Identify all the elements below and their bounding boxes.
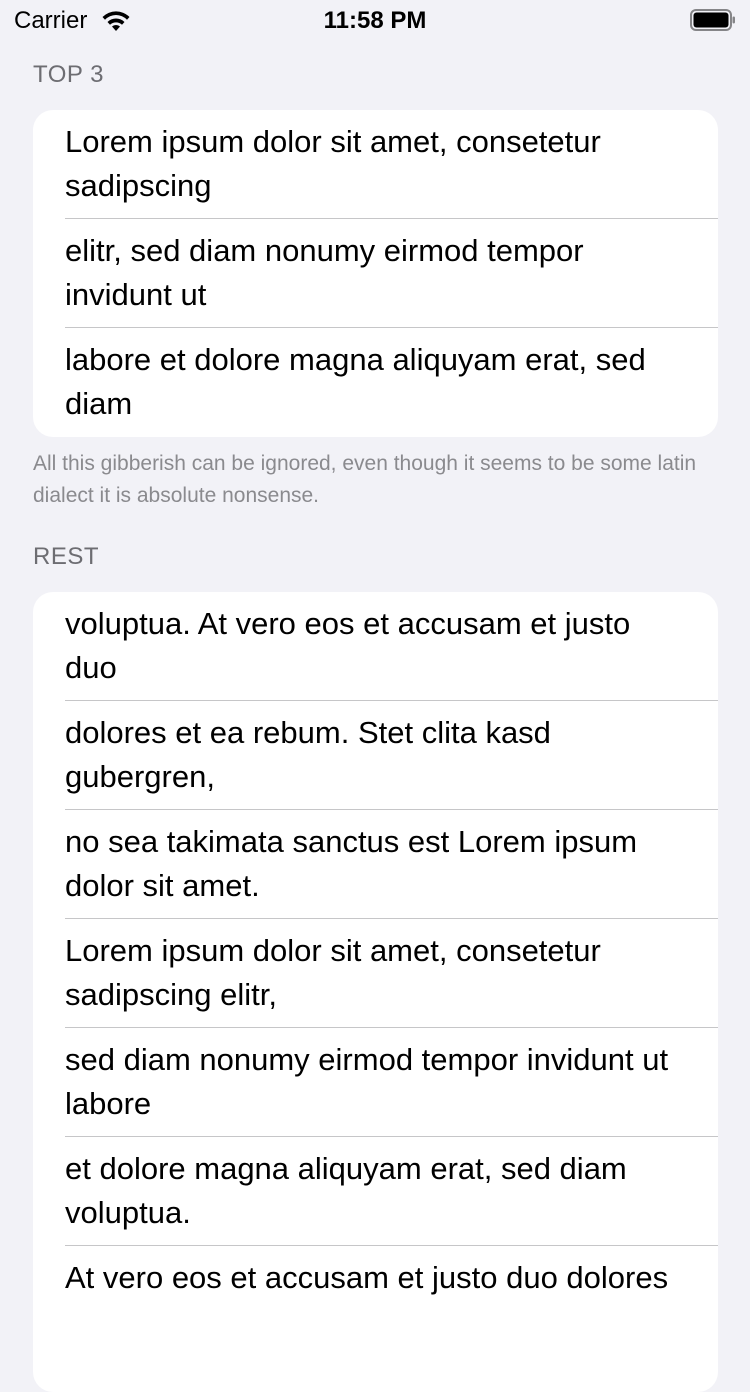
section-footer-top3: All this gibberish can be ignored, even … [33, 452, 697, 507]
list-item[interactable]: elitr, sed diam nonumy eirmod tempor inv… [33, 219, 718, 328]
list-item-text: voluptua. At vero eos et accusam et just… [65, 606, 631, 685]
list-item-text: Lorem ipsum dolor sit amet, consetetur s… [65, 933, 601, 1012]
list-item[interactable]: Lorem ipsum dolor sit amet, consetetur s… [33, 919, 718, 1028]
list-item[interactable]: no sea takimata sanctus est Lorem ipsum … [33, 810, 718, 919]
list-item[interactable]: Lorem ipsum dolor sit amet, consetetur s… [33, 110, 718, 219]
list-item[interactable]: sed diam nonumy eirmod tempor invidunt u… [33, 1028, 718, 1137]
list-item[interactable]: At vero eos et accusam et justo duo dolo… [33, 1246, 718, 1355]
list-item[interactable]: et dolore magna aliquyam erat, sed diam … [33, 1137, 718, 1246]
list-item-text: sed diam nonumy eirmod tempor invidunt u… [65, 1042, 669, 1121]
list-item-text: Lorem ipsum dolor sit amet, consetetur s… [65, 124, 601, 203]
section-header-rest: REST [33, 543, 100, 570]
list-item-text: et dolore magna aliquyam erat, sed diam … [65, 1151, 627, 1230]
section-header-top3: TOP 3 [33, 61, 104, 88]
list-item-text: dolores et ea rebum. Stet clita kasd gub… [65, 715, 551, 794]
battery-icon [690, 9, 735, 31]
status-bar: Carrier 11:58 PM [0, 0, 750, 40]
rest-list: voluptua. At vero eos et accusam et just… [33, 592, 718, 1392]
status-time: 11:58 PM [323, 7, 427, 34]
list-item-text: elitr, sed diam nonumy eirmod tempor inv… [65, 233, 584, 312]
list-item-text: no sea takimata sanctus est Lorem ipsum … [65, 824, 638, 903]
list-item[interactable]: voluptua. At vero eos et accusam et just… [33, 592, 718, 701]
list-item-text: labore et dolore magna aliquyam erat, se… [65, 342, 646, 421]
top3-list: Lorem ipsum dolor sit amet, consetetur s… [33, 110, 718, 437]
list-item-text: At vero eos et accusam et justo duo dolo… [65, 1260, 669, 1295]
list-item[interactable]: labore et dolore magna aliquyam erat, se… [33, 328, 718, 437]
list-item[interactable]: dolores et ea rebum. Stet clita kasd gub… [33, 701, 718, 810]
